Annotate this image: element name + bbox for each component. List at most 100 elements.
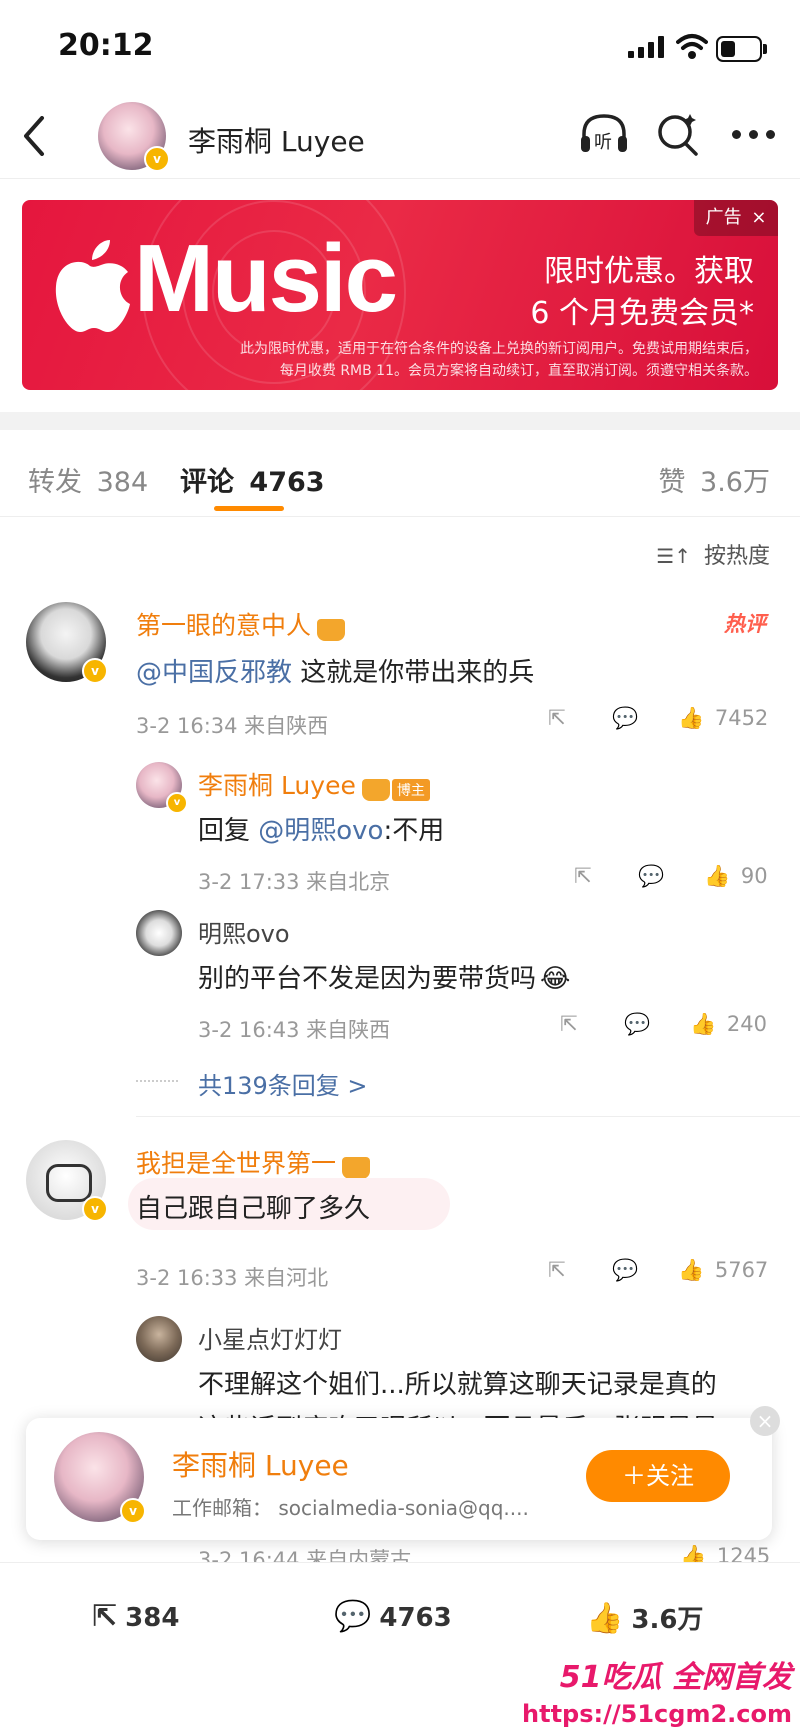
share-icon[interactable]: ⇱	[560, 1012, 578, 1036]
like-button[interactable]: 👍 90	[704, 864, 768, 889]
ad-fineprint-2: 每月收费 RMB 11。会员方案将自动续订，直至取消订阅。须遵守相关条款。	[279, 363, 758, 379]
watermark-line-1: 51吃瓜 全网首发	[559, 1660, 792, 1695]
like-count: 90	[740, 864, 768, 888]
reply-avatar[interactable]	[136, 1316, 182, 1362]
watermark-line-2: https://51cgm2.com	[522, 1700, 792, 1728]
sort-toggle[interactable]: ☰↑ 按热度	[656, 538, 770, 570]
close-icon[interactable]: ×	[751, 207, 766, 228]
tab-likes[interactable]: 赞 3.6万	[658, 460, 770, 499]
mention-link[interactable]: @中国反邪教	[136, 658, 292, 688]
wifi-icon	[676, 34, 708, 59]
reply-icon[interactable]: 💬	[624, 1012, 650, 1037]
author-avatar[interactable]: v	[54, 1432, 146, 1524]
crown-badge-icon	[342, 1156, 371, 1179]
commenter-name[interactable]: 第一眼的意中人	[136, 606, 346, 642]
reply-text: 别的平台不发是因为要带货吗 😂	[198, 964, 571, 994]
listen-button[interactable]: 听	[578, 110, 630, 158]
reply-name[interactable]: 小星点灯灯灯	[198, 1320, 342, 1355]
share-icon[interactable]: ⇱	[548, 1258, 566, 1282]
like-count: 3.6万	[631, 1605, 704, 1635]
ad-banner[interactable]: Music 广告 × 限时优惠。获取 6 个月免费会员* 此为限时优惠，适用于在…	[22, 200, 778, 390]
repost-count: 384	[125, 1603, 180, 1633]
more-options-icon[interactable]	[732, 130, 776, 140]
tab-comments[interactable]: 评论 4763	[180, 460, 325, 499]
ad-tag[interactable]: 广告 ×	[694, 200, 778, 236]
tab-repost-label: 转发	[28, 467, 82, 498]
comment-icon: 💬	[334, 1599, 372, 1634]
comment-meta: 3-2 16:33 来自河北	[136, 1266, 329, 1290]
like-button[interactable]: 👍 5767	[678, 1258, 768, 1283]
laughing-emoji-icon: 😂	[540, 964, 571, 994]
ad-tag-label: 广告	[705, 207, 742, 228]
top-nav-bar: v 李雨桐 Luyee 听	[0, 90, 800, 179]
commenter-name[interactable]: 我担是全世界第一	[136, 1144, 371, 1180]
card-author-name[interactable]: 李雨桐 Luyee	[172, 1444, 349, 1484]
follow-button[interactable]: ＋关注	[586, 1450, 730, 1502]
search-icon[interactable]	[656, 110, 700, 158]
close-icon[interactable]: ×	[750, 1406, 780, 1436]
comment-text: @中国反邪教 这就是你带出来的兵	[136, 658, 535, 688]
comment-count: 4763	[379, 1603, 452, 1633]
battery-icon	[716, 36, 767, 62]
ad-headline-1: 限时优惠。获取	[544, 254, 754, 289]
verified-badge-icon: v	[120, 1498, 146, 1524]
reply-name[interactable]: 李雨桐 Luyee 博主	[198, 766, 430, 802]
active-tab-indicator	[214, 506, 284, 511]
like-button[interactable]: 👍 3.6万	[586, 1599, 703, 1636]
verified-badge-icon: v	[82, 1196, 108, 1222]
commenter-avatar[interactable]: v	[26, 1140, 108, 1222]
thumbs-up-icon: 👍	[586, 1601, 624, 1636]
tab-repost-count: 384	[96, 467, 149, 498]
reply-icon[interactable]: 💬	[612, 706, 638, 731]
author-badge: 博主	[391, 778, 430, 801]
section-spacer	[0, 412, 800, 430]
share-icon: ⇱	[92, 1599, 118, 1634]
ad-fineprint-1: 此为限时优惠，适用于在符合条件的设备上兑换的新订阅用户。免费试用期结束后，	[240, 341, 758, 357]
sort-label: 按热度	[703, 544, 770, 569]
thumbs-up-icon: 👍	[678, 1258, 705, 1282]
thumbs-up-icon: 👍	[704, 864, 731, 888]
comment-meta: 3-2 16:34 来自陕西	[136, 714, 329, 738]
reply-icon[interactable]: 💬	[638, 864, 664, 889]
share-icon[interactable]: ⇱	[574, 864, 592, 888]
like-count: 7452	[714, 706, 769, 730]
sort-icon: ☰↑	[656, 544, 691, 568]
listen-label: 听	[594, 132, 612, 153]
comment-text: 自己跟自己聊了多久	[136, 1194, 371, 1224]
repost-button[interactable]: ⇱ 384	[92, 1599, 179, 1634]
crown-badge-icon	[317, 618, 346, 641]
tab-comments-label: 评论	[180, 467, 234, 498]
cellular-signal-icon	[628, 36, 668, 58]
back-arrow-icon[interactable]	[22, 116, 46, 156]
like-button[interactable]: 👍 240	[690, 1012, 767, 1037]
watermark: 51吃瓜 全网首发 https://51cgm2.com	[522, 1652, 792, 1728]
mention-link[interactable]: @明熙ovo	[258, 816, 383, 846]
tab-repost[interactable]: 转发 384	[28, 460, 148, 499]
like-count: 240	[726, 1012, 767, 1036]
reply-avatar[interactable]	[136, 910, 182, 956]
verified-badge-icon: v	[166, 792, 188, 814]
thumbs-up-icon: 👍	[678, 706, 705, 730]
reply-text: 不理解这个姐们...所以就算这聊天记录是真的	[198, 1370, 717, 1400]
commenter-avatar[interactable]: v	[26, 602, 108, 684]
reply-name[interactable]: 明熙ovo	[198, 914, 290, 949]
author-name[interactable]: 李雨桐 Luyee	[188, 120, 365, 160]
verified-badge-icon: v	[82, 658, 108, 684]
more-replies-link[interactable]: 共139条回复 >	[198, 1066, 368, 1101]
comment-divider	[136, 1116, 800, 1117]
reply-icon[interactable]: 💬	[612, 1258, 638, 1283]
thumbs-up-icon: 👍	[690, 1012, 717, 1036]
reply-meta: 3-2 17:33 来自北京	[198, 870, 391, 894]
comment-button[interactable]: 💬 4763	[334, 1599, 452, 1634]
tab-likes-label: 赞	[658, 467, 686, 498]
card-author-email: 工作邮箱： socialmedia-sonia@qq....	[172, 1496, 529, 1520]
status-time: 20:12	[58, 28, 154, 63]
like-button[interactable]: 👍 7452	[678, 706, 768, 731]
author-avatar[interactable]: v	[98, 102, 170, 172]
share-icon[interactable]: ⇱	[548, 706, 566, 730]
tab-comments-count: 4763	[249, 467, 325, 498]
verified-badge-icon: v	[144, 146, 170, 172]
reply-avatar[interactable]: v	[136, 762, 188, 814]
hot-comment-tag: 热评	[724, 612, 766, 636]
dotted-line	[136, 1080, 178, 1082]
